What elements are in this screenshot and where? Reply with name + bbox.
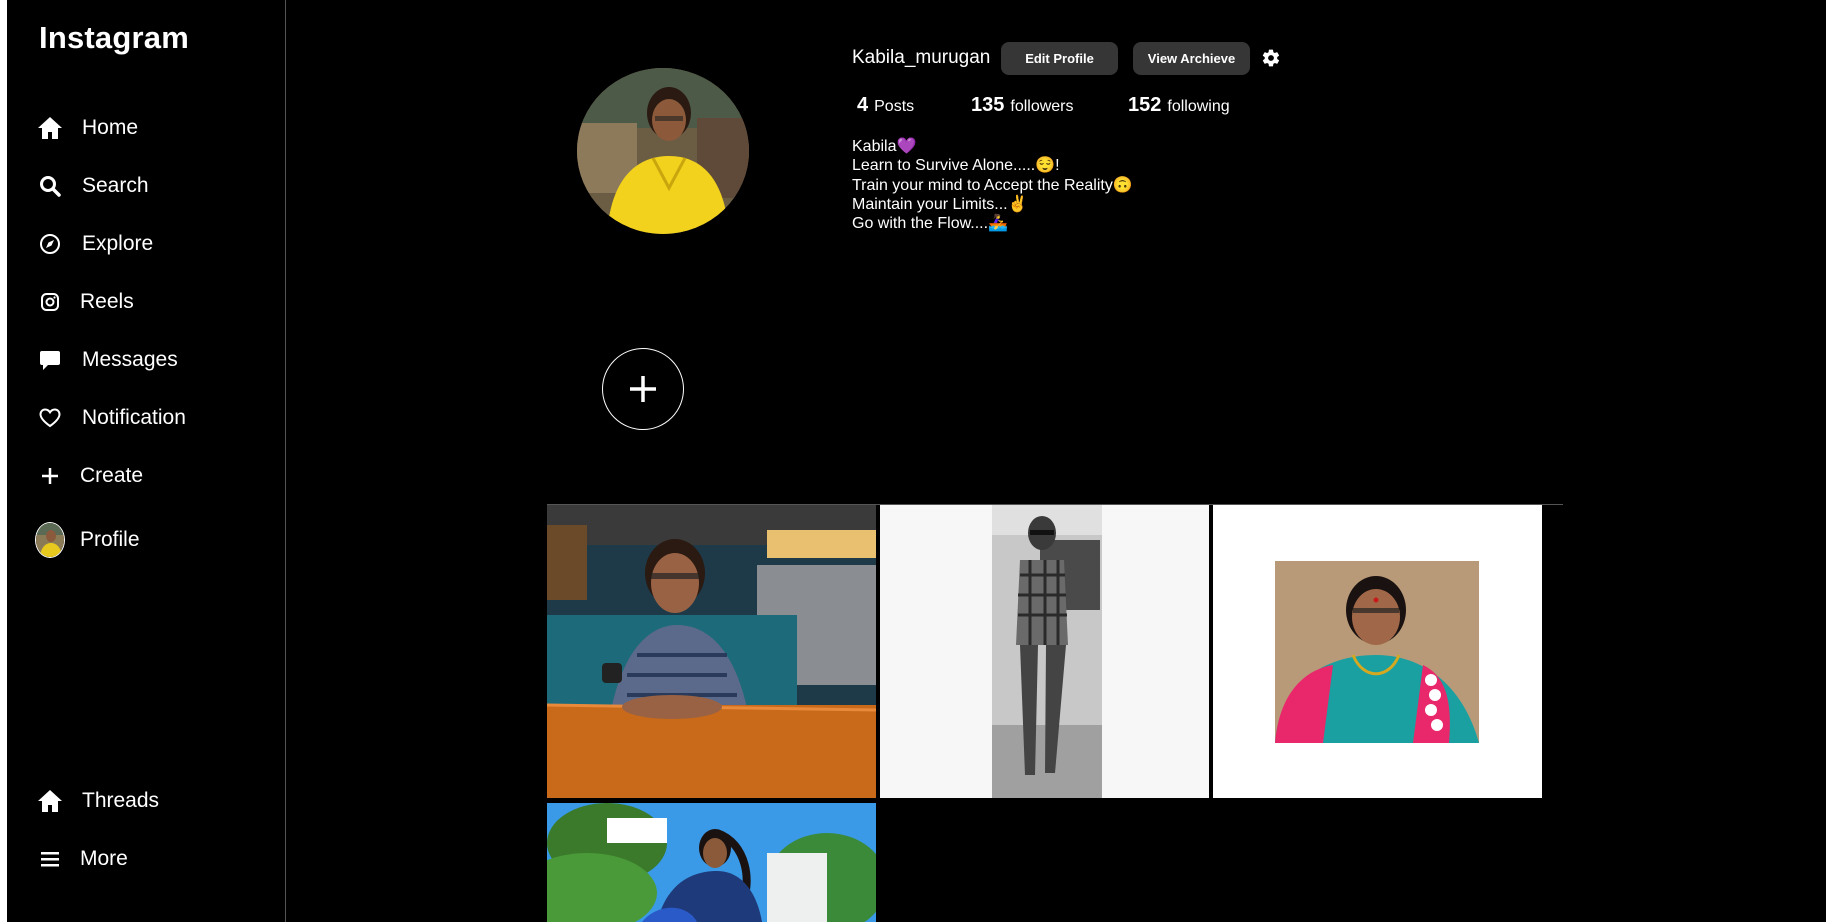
sidebar-item-messages[interactable]: Messages bbox=[34, 344, 178, 376]
sidebar-item-label: Create bbox=[80, 464, 144, 487]
bio-line: Train your mind to Accept the Reality🙃 bbox=[852, 176, 1133, 194]
sidebar-item-notification[interactable]: Notification bbox=[34, 402, 186, 434]
home-icon bbox=[34, 785, 66, 817]
instagram-logo[interactable]: Instagram bbox=[39, 20, 189, 56]
post-thumbnail[interactable] bbox=[880, 505, 1209, 798]
message-icon bbox=[34, 344, 66, 376]
profile-bio: Kabila💜 Learn to Survive Alone.....😌! Tr… bbox=[852, 137, 1133, 233]
edit-profile-button[interactable]: Edit Profile bbox=[1001, 42, 1118, 75]
sidebar-item-reels[interactable]: Reels bbox=[34, 286, 134, 318]
sidebar-item-label: Reels bbox=[80, 290, 134, 313]
add-highlight-button[interactable] bbox=[602, 348, 684, 430]
view-archive-button[interactable]: View Archieve bbox=[1133, 42, 1250, 75]
profile-username: Kabila_murugan bbox=[852, 47, 991, 68]
sidebar-item-search[interactable]: Search bbox=[34, 170, 149, 202]
profile-main: Kabila_murugan Edit Profile View Archiev… bbox=[287, 0, 1826, 922]
post-thumbnail[interactable] bbox=[547, 505, 876, 798]
bio-line: Go with the Flow....🚣‍♀️ bbox=[852, 215, 1008, 233]
followers-stat[interactable]: 135 followers bbox=[971, 94, 1074, 117]
sidebar-item-label: Profile bbox=[80, 528, 140, 551]
bio-line: Kabila💜 bbox=[852, 138, 917, 155]
followers-label: followers bbox=[1010, 98, 1074, 115]
posts-stat: 4 Posts bbox=[857, 94, 914, 117]
sidebar-item-label: Home bbox=[82, 116, 139, 139]
home-icon bbox=[34, 112, 66, 144]
posts-label: Posts bbox=[874, 98, 915, 115]
sidebar-item-more[interactable]: More bbox=[34, 843, 128, 875]
post-thumbnail[interactable] bbox=[1213, 505, 1542, 798]
plus-icon bbox=[34, 460, 66, 492]
heart-icon bbox=[34, 402, 66, 434]
reels-icon bbox=[34, 286, 66, 318]
sidebar-item-create[interactable]: Create bbox=[34, 460, 143, 492]
sidebar-item-label: Messages bbox=[82, 348, 178, 371]
bio-line: Maintain your Limits...✌️ bbox=[852, 195, 1028, 213]
sidebar-item-label: Threads bbox=[82, 789, 160, 812]
search-icon bbox=[34, 170, 66, 202]
sidebar-item-label: Explore bbox=[82, 232, 154, 255]
sidebar-item-label: Search bbox=[82, 174, 149, 197]
sidebar-item-label: More bbox=[80, 847, 128, 870]
sidebar-item-profile[interactable]: Profile bbox=[34, 522, 140, 558]
sidebar-item-threads[interactable]: Threads bbox=[34, 785, 159, 817]
sidebar: Instagram Home Search Explore Reels Mess… bbox=[12, 0, 286, 922]
sidebar-item-label: Notification bbox=[82, 406, 186, 429]
following-count: 152 bbox=[1128, 94, 1162, 116]
window-edge bbox=[0, 0, 12, 922]
profile-picture[interactable] bbox=[577, 68, 749, 234]
sidebar-item-explore[interactable]: Explore bbox=[34, 228, 153, 260]
menu-icon bbox=[34, 843, 66, 875]
posts-count: 4 bbox=[857, 94, 869, 116]
followers-count: 135 bbox=[971, 94, 1005, 116]
following-stat[interactable]: 152 following bbox=[1128, 94, 1230, 117]
sidebar-item-home[interactable]: Home bbox=[34, 112, 138, 144]
following-label: following bbox=[1167, 98, 1230, 115]
gear-icon[interactable] bbox=[1261, 48, 1281, 68]
post-thumbnail[interactable] bbox=[547, 803, 876, 922]
plus-icon bbox=[630, 376, 656, 402]
compass-icon bbox=[34, 228, 66, 260]
bio-line: Learn to Survive Alone.....😌! bbox=[852, 157, 1060, 175]
avatar bbox=[34, 522, 66, 558]
